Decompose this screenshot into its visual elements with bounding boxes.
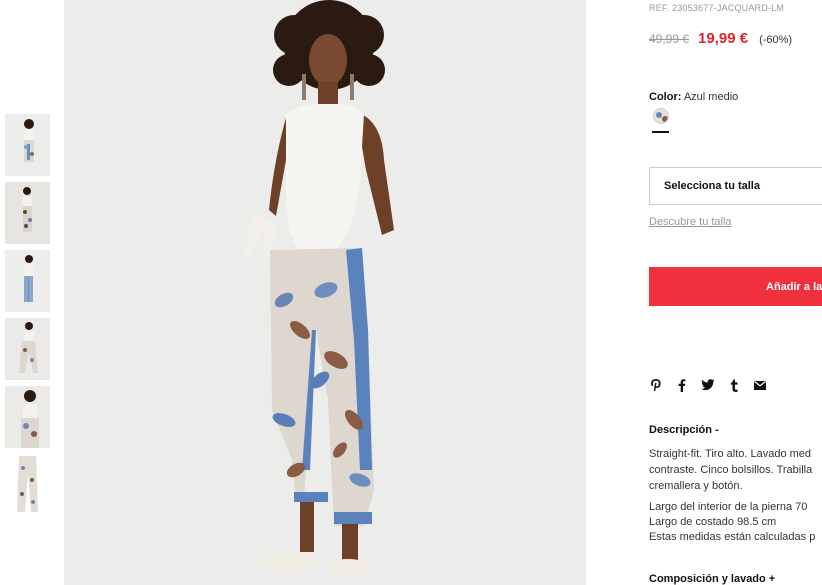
measurement-line: Estas medidas están calculadas p	[649, 531, 816, 543]
thumbnail-6[interactable]	[5, 454, 50, 516]
measurements-text: Largo del interior de la pierna 70 Largo…	[649, 500, 822, 545]
add-to-cart-button[interactable]: Añadir a la	[649, 267, 822, 306]
description-text: Straight-fit. Tiro alto. Lavado med cont…	[649, 446, 822, 494]
sale-price: 19,99 €	[698, 30, 749, 47]
color-value: Azul medio	[683, 91, 739, 103]
color-swatch[interactable]	[653, 108, 669, 124]
share-icons	[649, 378, 779, 392]
thumbnail-4[interactable]	[5, 318, 50, 380]
thumbnail-5[interactable]	[5, 386, 50, 448]
discount-badge: (-60%)	[759, 34, 793, 46]
main-product-image	[64, 0, 586, 585]
color-label-title: Color:	[649, 91, 682, 103]
tumblr-icon[interactable]	[727, 378, 741, 392]
product-reference: REF. 23053677-JACQUARD-LM	[649, 3, 785, 13]
selected-swatch-indicator	[652, 131, 669, 133]
thumbnail-1[interactable]	[5, 114, 50, 176]
description-title[interactable]: Descripción -	[649, 424, 719, 436]
description-line: cremallera y botón.	[649, 480, 743, 492]
measurement-line: Largo del interior de la pierna 70	[649, 501, 808, 513]
twitter-icon[interactable]	[701, 378, 715, 392]
thumbnail-2[interactable]	[5, 182, 50, 244]
size-guide-link[interactable]: Descubre tu talla	[649, 216, 732, 228]
product-info-panel: REF. 23053677-JACQUARD-LM 49,99 € 19,99 …	[649, 0, 822, 585]
description-line: Straight-fit. Tiro alto. Lavado med	[649, 448, 812, 460]
thumbnail-3[interactable]	[5, 250, 50, 312]
description-line: contraste. Cinco bolsillos. Trabilla	[649, 464, 813, 476]
facebook-icon[interactable]	[675, 378, 689, 392]
color-label: Color: Azul medio	[649, 91, 738, 103]
size-select[interactable]: Selecciona tu talla	[649, 167, 822, 205]
price-row: 49,99 € 19,99 € (-60%)	[649, 30, 792, 47]
email-icon[interactable]	[753, 378, 767, 392]
measurement-line: Largo de costado 98.5 cm	[649, 516, 777, 528]
pinterest-icon[interactable]	[649, 378, 663, 392]
old-price: 49,99 €	[649, 32, 690, 46]
composition-toggle[interactable]: Composición y lavado +	[649, 573, 775, 585]
thumbnail-list	[5, 114, 51, 522]
